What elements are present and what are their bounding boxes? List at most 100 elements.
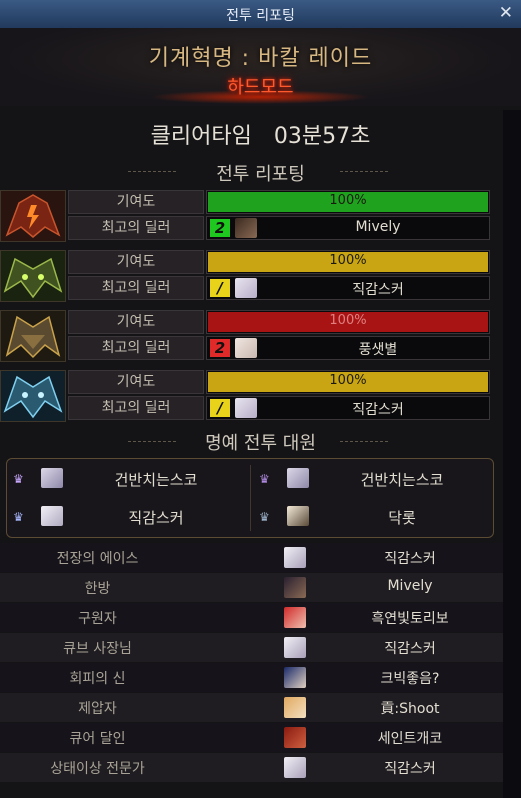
ornament-right [340, 167, 388, 177]
honor-member[interactable]: ♛ 건반치는스코 [7, 463, 243, 493]
avatar [284, 727, 306, 748]
member-name: 직감스커 [128, 509, 184, 527]
contribution-value: 100% [329, 253, 367, 268]
award-player: 세인트개코 [377, 731, 443, 747]
award-player: 직감스커 [384, 641, 436, 657]
avatar [284, 577, 306, 598]
avatar [235, 278, 257, 298]
best-dealer-label: 최고의 딜러 [68, 216, 204, 240]
avatar [287, 468, 309, 488]
contribution-label: 기여도 [68, 250, 204, 274]
avatar [284, 697, 306, 718]
best-dealer: 2 Mively [206, 216, 490, 240]
honor-member[interactable]: ♛ 직감스커 [7, 501, 243, 531]
award-title: 제압자 [78, 701, 117, 717]
best-dealer: 2 풍샛별 [206, 336, 490, 360]
avatar [284, 667, 306, 688]
ice-dragon-boss-icon [0, 370, 66, 422]
crown-icon: ♛ [259, 510, 270, 524]
avatar [41, 506, 63, 526]
difficulty-mode: 하드모드 [227, 77, 294, 98]
member-name: 건반치는스코 [114, 471, 198, 489]
crown-icon: ♛ [13, 472, 24, 486]
contribution-bar: 100% [206, 190, 490, 214]
award-row: 구원자 흑연빛토리보 [0, 603, 503, 632]
gold-dragon-boss-icon [0, 310, 66, 362]
award-row: 회피의 신 크빅좋음? [0, 663, 503, 692]
best-dealer-label: 최고의 딜러 [68, 336, 204, 360]
award-title: 상태이상 전문가 [50, 761, 145, 777]
honor-section-title: 명예 전투 대원 [205, 433, 316, 454]
raid-name: 기계혁명 : 바칼 레이드 [148, 46, 373, 71]
boss-row: 기여도 100% 최고의 딜러 2 풍샛별 [0, 310, 521, 370]
avatar [235, 338, 257, 358]
boss-row: 기여도 100% 최고의 딜러 / 직감스커 [0, 250, 521, 310]
award-row: 한방 Mively [0, 573, 503, 602]
honor-member[interactable]: ♛ 닥롯 [253, 501, 489, 531]
contribution-value: 100% [329, 373, 367, 388]
contribution-value: 100% [329, 193, 367, 208]
award-title: 큐브 사장님 [63, 641, 132, 657]
contribution-bar: 100% [206, 370, 490, 394]
best-dealer: / 직감스커 [206, 276, 490, 300]
award-player: 직감스커 [384, 761, 436, 777]
avatar [284, 757, 306, 778]
avatar [235, 218, 257, 238]
clear-time-value: 03분57초 [273, 124, 371, 149]
award-row: 큐브 사장님 직감스커 [0, 633, 503, 662]
avatar [284, 547, 306, 568]
background-strip [503, 110, 521, 798]
boss-row: 기여도 100% 최고의 딜러 2 Mively [0, 190, 521, 250]
award-player: Mively [387, 578, 433, 594]
dealer-name: 풍샛별 [358, 342, 398, 358]
dealer-name: Mively [355, 219, 401, 235]
award-player: 貢:Shoot [380, 701, 440, 717]
best-dealer: / 직감스커 [206, 396, 490, 420]
award-title: 큐어 달인 [69, 731, 126, 747]
ornament-right [340, 437, 388, 447]
member-name: 닥롯 [388, 509, 416, 527]
honor-members-panel: ♛ 건반치는스코 ♛ 건반치는스코 ♛ 직감스커 ♛ 닥롯 [6, 458, 494, 538]
divider [250, 465, 251, 531]
avatar [284, 637, 306, 658]
rank-badge: 2 [210, 339, 230, 357]
contribution-bar: 100% [206, 250, 490, 274]
award-player: 흑연빛토리보 [371, 611, 449, 627]
award-title: 회피의 신 [69, 671, 126, 687]
crown-icon: ♛ [259, 472, 270, 486]
raid-header: 기계혁명 : 바칼 레이드 하드모드 [0, 28, 521, 106]
contribution-bar: 100% [206, 310, 490, 334]
award-player: 크빅좋음? [380, 671, 440, 687]
award-player: 직감스커 [384, 551, 436, 567]
poison-dragon-boss-icon [0, 250, 66, 302]
award-title: 한방 [84, 581, 111, 597]
rank-badge: 2 [210, 219, 230, 237]
avatar [41, 468, 63, 488]
report-section-title: 전투 리포팅 [216, 164, 305, 185]
rank-badge: / [210, 279, 230, 297]
avatar [287, 506, 309, 526]
window-title: 전투 리포팅 [226, 8, 295, 24]
member-name: 건반치는스코 [360, 471, 444, 489]
rank-badge: / [210, 399, 230, 417]
award-row: 제압자 貢:Shoot [0, 693, 503, 722]
avatar [284, 607, 306, 628]
dealer-name: 직감스커 [352, 402, 404, 418]
boss-row: 기여도 100% 최고의 딜러 / 직감스커 [0, 370, 521, 430]
crown-icon: ♛ [13, 510, 24, 524]
clear-time: 클리어타임 03분57초 [0, 118, 521, 150]
best-dealer-label: 최고의 딜러 [68, 276, 204, 300]
award-row: 전장의 에이스 직감스커 [0, 543, 503, 572]
award-title: 전장의 에이스 [56, 551, 139, 567]
honor-member[interactable]: ♛ 건반치는스코 [253, 463, 489, 493]
best-dealer-label: 최고의 딜러 [68, 396, 204, 420]
dealer-name: 직감스커 [352, 282, 404, 298]
contribution-label: 기여도 [68, 310, 204, 334]
fire-dragon-boss-icon [0, 190, 66, 242]
contribution-label: 기여도 [68, 370, 204, 394]
battle-report-window: 전투 리포팅 ✕ 기계혁명 : 바칼 레이드 하드모드 클리어타임 03분57초 … [0, 0, 521, 798]
title-bar[interactable]: 전투 리포팅 ✕ [0, 0, 521, 29]
award-row: 큐어 달인 세인트개코 [0, 723, 503, 752]
close-icon[interactable]: ✕ [499, 3, 513, 23]
award-title: 구원자 [78, 611, 117, 627]
